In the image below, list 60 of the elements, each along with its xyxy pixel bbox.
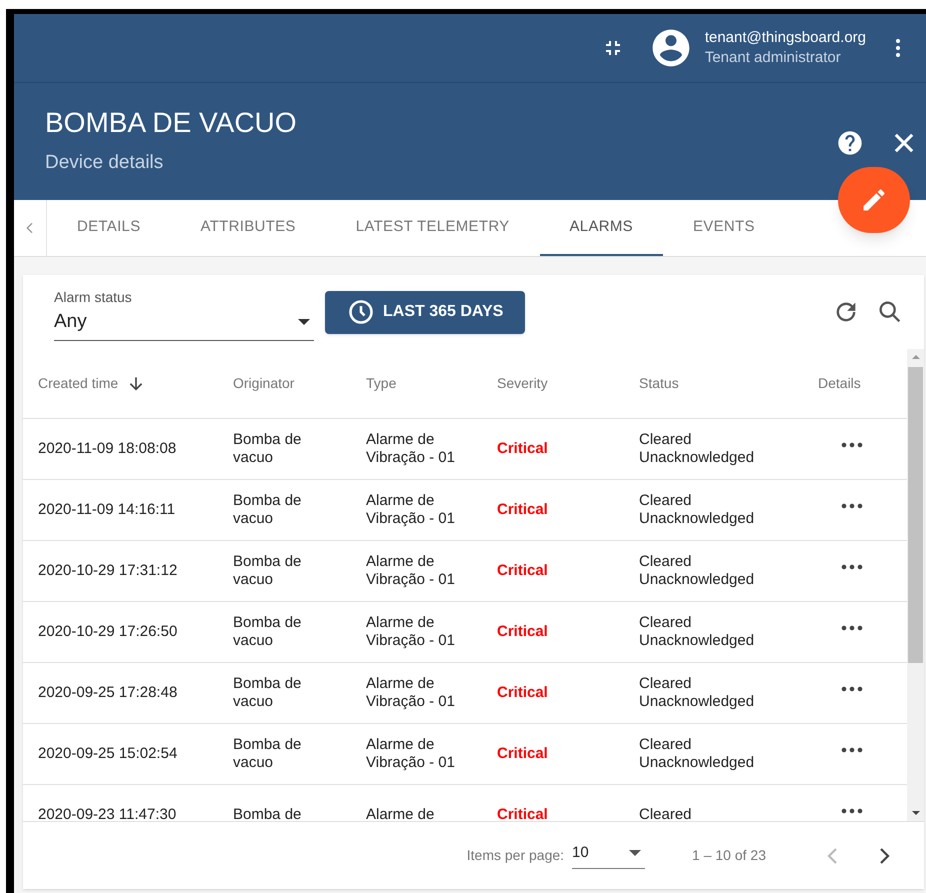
table-cell-text: Cleared Unacknowledged <box>639 614 756 650</box>
table-cell-text: Bomba de vacuo <box>233 614 302 650</box>
table-cell-text: Cleared <box>639 806 693 821</box>
user-email: tenant@thingsboard.org <box>704 28 866 48</box>
table-cell-text: Bomba de vacuo <box>233 553 302 589</box>
table-cell: 2020-11-09 14:16:11 <box>38 500 176 518</box>
table-cell: 2020-09-23 11:47:30 <box>38 806 176 821</box>
table-cell-text: Bomba de vacuo <box>233 431 302 467</box>
table-cell-text: Bomba de vacuo <box>233 736 302 772</box>
tab[interactable]: EVENTS <box>663 200 785 256</box>
help-icon[interactable] <box>836 129 864 157</box>
clock-icon <box>347 298 375 326</box>
user-role: Tenant administrator <box>704 48 842 68</box>
severity-label: Critical <box>497 684 548 701</box>
time-range-button[interactable]: LAST 365 DAYS <box>325 290 526 334</box>
column-header: Type <box>366 375 396 391</box>
column-header: Details <box>818 375 861 391</box>
table-cell-text: Bomba de <box>233 806 302 821</box>
page-range: 1 – 10 of 23 <box>692 846 766 865</box>
device-subtitle: Device details <box>45 151 164 175</box>
tab[interactable]: LATEST TELEMETRY <box>326 200 540 256</box>
table-cell: 2020-09-25 17:28:48 <box>38 684 178 701</box>
alarm-status-select[interactable]: Alarm status Any <box>54 286 314 342</box>
dropdown-arrow-icon[interactable] <box>298 319 310 325</box>
severity-label: Critical <box>497 744 548 762</box>
device-title: BOMBA DE VACUO <box>45 107 298 139</box>
table-cell-text: Cleared Unacknowledged <box>639 431 756 467</box>
severity-label: Critical <box>497 622 548 640</box>
column-header: Severity <box>497 375 548 391</box>
table-cell-text: Bomba de vacuo <box>233 492 302 528</box>
table-cell-text: Cleared Unacknowledged <box>639 736 756 772</box>
table-cell: 2020-10-29 17:31:12 <box>38 562 178 579</box>
table-cell-text: Alarme de Vibração - 01 <box>366 614 456 650</box>
column-header[interactable]: Created time <box>38 373 118 394</box>
table-cell-text: Alarme de Vibração - 01 <box>366 736 456 772</box>
table-cell-text: Alarme de Vibração - 01 <box>366 675 456 711</box>
severity-label: Critical <box>497 562 548 579</box>
scrollbar[interactable] <box>907 349 924 821</box>
scroll-down-icon[interactable] <box>912 811 920 815</box>
page-size-select[interactable]: 10 <box>572 842 646 870</box>
tab[interactable]: DETAILS <box>47 200 171 256</box>
table-cell: 2020-09-25 15:02:54 <box>38 744 178 762</box>
tab[interactable]: ATTRIBUTES <box>170 200 326 256</box>
severity-label: Critical <box>497 440 548 457</box>
dropdown-arrow-icon[interactable] <box>629 850 642 856</box>
table-cell-text: Alarme de Vibração - 01 <box>366 553 456 589</box>
items-per-page-label: Items per page: <box>466 846 564 865</box>
severity-label: Critical <box>497 806 548 821</box>
table-cell-text: Alarme de <box>366 806 436 821</box>
column-header: Status <box>639 375 679 391</box>
table-cell-text: Cleared Unacknowledged <box>639 492 756 528</box>
table-cell-text: Cleared Unacknowledged <box>639 675 756 711</box>
table-cell-text: Cleared Unacknowledged <box>639 553 756 589</box>
table-cell: 2020-11-09 18:08:08 <box>38 440 176 457</box>
table-cell: 2020-10-29 17:26:50 <box>38 622 178 640</box>
table-cell-text: Alarme de Vibração - 01 <box>366 431 456 467</box>
table-cell-text: Alarme de Vibração - 01 <box>366 492 456 528</box>
table-cell-text: Bomba de vacuo <box>233 675 302 711</box>
column-header: Originator <box>233 375 294 391</box>
severity-label: Critical <box>497 500 548 518</box>
